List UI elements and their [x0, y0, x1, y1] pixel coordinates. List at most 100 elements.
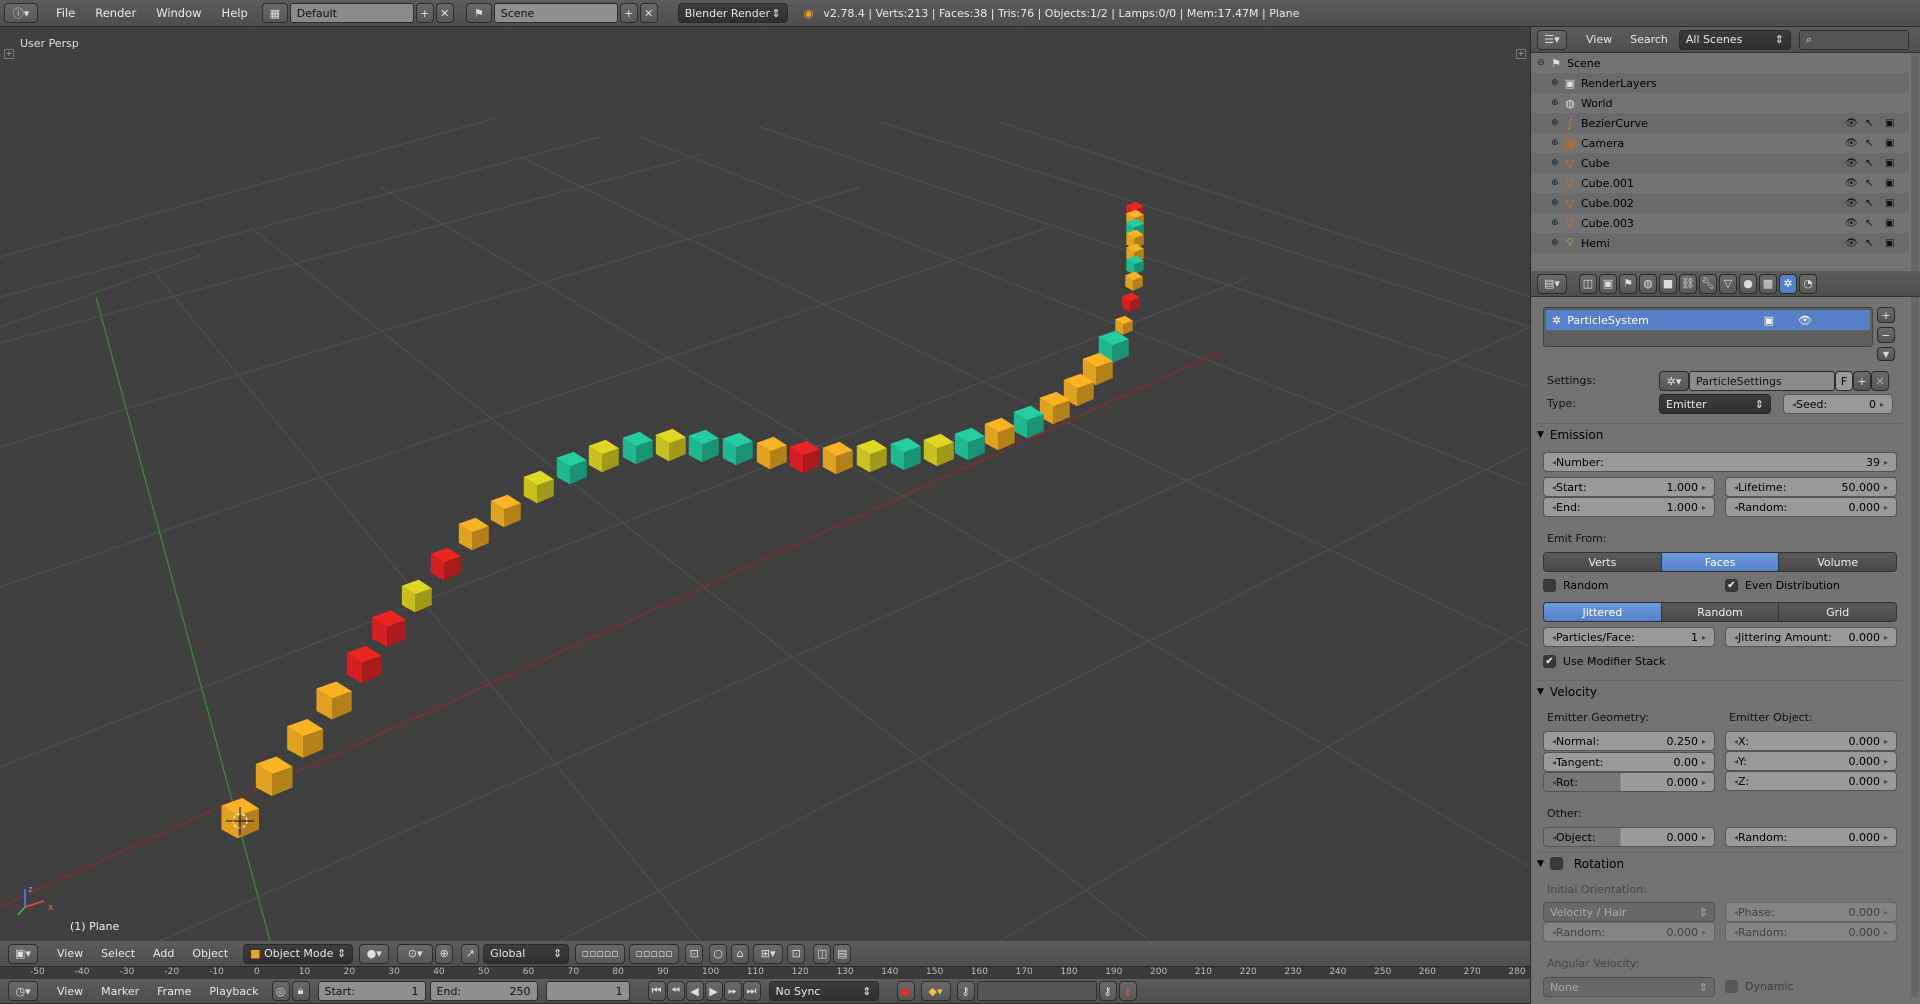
- current-frame-field[interactable]: 1: [545, 981, 630, 1001]
- tab-world-icon[interactable]: ◍: [1639, 273, 1657, 294]
- remove-particle-system-icon[interactable]: −: [1877, 327, 1895, 343]
- emission-panel-header[interactable]: ▼ Emission: [1537, 423, 1903, 445]
- render-icon[interactable]: ▣: [1885, 198, 1894, 209]
- timeline-editor-icon[interactable]: ◷▾: [8, 981, 38, 1001]
- lock-layer-icon[interactable]: ⊡: [685, 943, 704, 964]
- tab-data-icon[interactable]: ▽: [1719, 273, 1737, 294]
- layers-grid-icon[interactable]: ▫▫▫▫▫: [575, 943, 626, 964]
- expand-toggle-icon[interactable]: ⊕: [1551, 178, 1563, 188]
- start-frame-field[interactable]: Start: 1: [317, 981, 426, 1001]
- eye-icon[interactable]: 👁︎: [1845, 198, 1858, 209]
- object-velocity-field[interactable]: ◂ Object: 0.000 ▸: [1543, 827, 1715, 847]
- properties-editor-icon[interactable]: ▤▾: [1537, 273, 1567, 294]
- tab-physics-icon[interactable]: ◔: [1799, 273, 1817, 294]
- scenes-filter-dropdown[interactable]: All Scenes ⇕: [1678, 29, 1791, 50]
- properties-toggle-icon[interactable]: +: [1516, 49, 1526, 59]
- tangent-field[interactable]: ◂ Tangent: 0.00 ▸: [1543, 752, 1715, 772]
- play-icon[interactable]: ▶: [704, 981, 723, 1001]
- menu-view[interactable]: View: [48, 947, 92, 960]
- outliner-row[interactable]: ⊕ ▽ Cube.002 👁︎ ↖ ▣: [1531, 193, 1909, 213]
- velocity-y-field[interactable]: ◂ Y: 0.000 ▸: [1725, 751, 1897, 771]
- dist-grid[interactable]: Grid: [1779, 603, 1896, 621]
- outliner-row[interactable]: ⊕ ∫ BezierCurve 👁︎ ↖ ▣: [1531, 113, 1909, 133]
- outliner-menu-view[interactable]: View: [1577, 33, 1621, 46]
- tab-modifiers-icon[interactable]: 🔧︎: [1699, 273, 1717, 294]
- end-field[interactable]: ◂ End: 1.000 ▸: [1543, 497, 1715, 517]
- seed-field[interactable]: ◂ Seed: 0 ▸: [1783, 394, 1893, 414]
- manipulator-icon[interactable]: ⊕: [435, 943, 454, 964]
- even-distribution-checkbox[interactable]: ✔ Even Distribution: [1725, 579, 1840, 592]
- start-field[interactable]: ◂ Start: 1.000 ▸: [1543, 477, 1715, 497]
- editor-type-icon[interactable]: ▣▾: [8, 943, 38, 964]
- dist-random[interactable]: Random: [1661, 603, 1780, 621]
- lifetime-field[interactable]: ◂ Lifetime: 50.000 ▸: [1725, 477, 1897, 497]
- eye-icon[interactable]: 👁︎: [1845, 218, 1858, 229]
- render-opengl-icon[interactable]: ◫: [813, 943, 832, 964]
- jump-keyframe-back-icon[interactable]: ⏪︎: [666, 981, 685, 1001]
- expand-toggle-icon[interactable]: ⊕: [1551, 98, 1563, 108]
- render-icon[interactable]: ▣: [1885, 218, 1894, 229]
- key-icon[interactable]: ⚷: [956, 981, 975, 1001]
- expand-toggle-icon[interactable]: ⊕: [1551, 198, 1563, 208]
- tab-particles-icon[interactable]: ✲: [1779, 273, 1797, 294]
- expand-toggle-icon[interactable]: ⊕: [1551, 78, 1563, 88]
- orientation-type-dropdown[interactable]: Velocity / Hair ⇕: [1543, 902, 1715, 922]
- timeline-menu-marker[interactable]: Marker: [92, 985, 148, 998]
- snap-icon[interactable]: ⌂: [731, 943, 750, 964]
- expand-toggle-icon[interactable]: ⊕: [1551, 138, 1563, 148]
- outliner-row[interactable]: ⊖ ⚑ Scene: [1531, 53, 1909, 73]
- settings-browse-icon[interactable]: ✲▾: [1659, 371, 1689, 391]
- remove-screen-icon[interactable]: ✕: [435, 3, 454, 23]
- add-screen-icon[interactable]: +: [415, 3, 434, 23]
- outliner-row[interactable]: ⊕ ◍ World: [1531, 93, 1909, 113]
- dynamic-checkbox[interactable]: Dynamic: [1725, 980, 1794, 993]
- screen-layout-icon[interactable]: ▦: [261, 3, 288, 23]
- emit-from-verts[interactable]: Verts: [1544, 553, 1662, 571]
- info-editor-icon[interactable]: ⓘ▾: [4, 3, 38, 23]
- render-anim-icon[interactable]: ▤: [833, 943, 852, 964]
- viewport-canvas[interactable]: [0, 27, 1530, 941]
- angular-velocity-dropdown[interactable]: None ⇕: [1543, 977, 1715, 997]
- tab-constraints-icon[interactable]: ⛓︎: [1679, 273, 1697, 294]
- pivot-icon[interactable]: ⊙▾: [397, 943, 434, 964]
- velocity-x-field[interactable]: ◂ X: 0.000 ▸: [1725, 731, 1897, 751]
- cursor-icon[interactable]: ↖: [1865, 238, 1873, 249]
- jump-start-icon[interactable]: ⏮︎: [647, 981, 666, 1001]
- add-scene-icon[interactable]: +: [619, 3, 638, 23]
- dist-jittered[interactable]: Jittered: [1544, 603, 1662, 621]
- menu-select[interactable]: Select: [92, 947, 144, 960]
- render-icon[interactable]: ▣: [1885, 138, 1894, 149]
- cursor-icon[interactable]: ↖: [1865, 218, 1873, 229]
- tab-render-layers-icon[interactable]: ▣: [1599, 273, 1617, 294]
- eye-icon[interactable]: 👁︎: [1845, 138, 1858, 149]
- rotation-panel-header[interactable]: ▼ Rotation: [1537, 852, 1903, 874]
- velocity-random-field[interactable]: ◂ Random: 0.000 ▸: [1725, 827, 1897, 847]
- expand-toggle-icon[interactable]: ⊕: [1551, 158, 1563, 168]
- end-frame-field[interactable]: End: 250: [429, 981, 538, 1001]
- jump-end-icon[interactable]: ⏭︎: [742, 981, 761, 1001]
- snap-target-icon[interactable]: ⊡: [787, 943, 806, 964]
- play-reverse-icon[interactable]: ◀: [685, 981, 704, 1001]
- expand-toggle-icon[interactable]: ⊕: [1551, 238, 1563, 248]
- emit-from-volume[interactable]: Volume: [1779, 553, 1896, 571]
- timeline-menu-frame[interactable]: Frame: [148, 985, 200, 998]
- timeline-menu-playback[interactable]: Playback: [200, 985, 267, 998]
- scene-icon[interactable]: ⚑: [465, 3, 492, 23]
- tab-scene-icon[interactable]: ⚑: [1619, 273, 1637, 294]
- cursor-icon[interactable]: ↖: [1865, 138, 1873, 149]
- render-icon[interactable]: ▣: [1885, 178, 1894, 189]
- render-icon[interactable]: ▣: [1885, 118, 1894, 129]
- tab-object-icon[interactable]: ■: [1659, 273, 1677, 294]
- scene-field[interactable]: Scene: [493, 3, 618, 23]
- velocity-z-field[interactable]: ◂ Z: 0.000 ▸: [1725, 771, 1897, 791]
- velocity-panel-header[interactable]: ▼ Velocity: [1537, 680, 1903, 702]
- keying-set-field[interactable]: [976, 981, 1097, 1001]
- outliner-search-input[interactable]: ⌕: [1798, 29, 1909, 50]
- use-modifier-stack-checkbox[interactable]: ✔ Use Modifier Stack: [1543, 655, 1665, 668]
- mode-dropdown[interactable]: ■ Object Mode ⇕: [243, 943, 354, 964]
- list-menu-icon[interactable]: ▼: [1877, 347, 1895, 361]
- layers-grid-2-icon[interactable]: ▫▫▫▫▫: [629, 943, 680, 964]
- tab-material-icon[interactable]: ●: [1739, 273, 1757, 294]
- jump-keyframe-forward-icon[interactable]: ⏩︎: [723, 981, 742, 1001]
- record-icon[interactable]: ●: [896, 981, 915, 1001]
